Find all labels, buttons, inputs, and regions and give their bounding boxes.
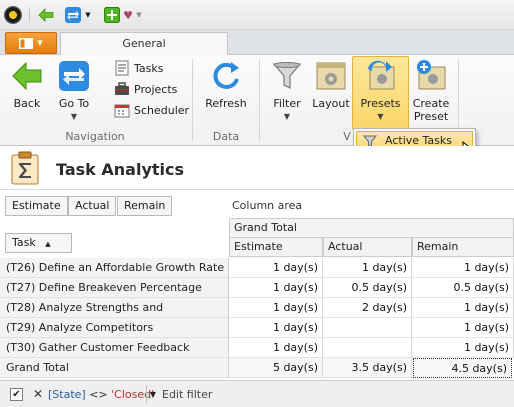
pivot-grid: Estimate Actual Remain Column area Task … [0,189,514,379]
grand-total-cell[interactable]: 3.5 day(s) [323,358,412,378]
data-cell[interactable]: 1 day(s) [412,258,514,278]
chevron-down-icon: ▼ [377,112,384,121]
layout-button[interactable]: Layout [310,57,352,129]
back-arrow-icon [12,61,42,91]
tasks-icon [115,60,129,76]
tab-general[interactable]: General [60,32,228,56]
file-menu-button[interactable]: ▼ [5,32,57,54]
chevron-down-icon[interactable]: ▼ [135,6,143,24]
presets-icon [367,60,394,90]
page-header: Task Analytics [0,146,514,189]
refresh-icon [213,62,239,89]
data-cell[interactable]: 1 day(s) [229,338,323,358]
grand-total-row-header[interactable]: Grand Total [0,358,229,378]
filter-panel: ✔ ✕ [State] <> 'Closed' ▼ Edit filter [0,380,514,407]
presets-button[interactable]: Presets ▼ [352,56,409,130]
projects-button[interactable]: Projects [114,79,177,99]
refresh-button[interactable]: Refresh [203,57,249,129]
row-field-task[interactable]: Task ▲ [5,233,72,253]
scheduler-button[interactable]: Scheduler [114,100,189,120]
create-preset-icon [417,60,446,90]
page-title: Task Analytics [56,160,185,179]
row-header[interactable]: (T30) Gather Customer Feedback [0,338,229,358]
group-divider [259,59,260,141]
column-header-estimate[interactable]: Estimate [229,237,323,257]
filter-enable-checkbox[interactable]: ✔ [10,388,23,401]
title-bar: ▼ ♥ ▼ [0,0,514,30]
grand-total-header[interactable]: Grand Total [229,218,514,238]
app-icon[interactable] [4,6,22,24]
data-cell[interactable]: 1 day(s) [412,338,514,358]
group-divider [192,59,193,141]
row-header[interactable]: (T28) Analyze Strengths and Weaknesses [0,298,229,333]
column-header-actual[interactable]: Actual [323,237,412,257]
data-cell[interactable]: 2 day(s) [323,298,412,318]
data-cell[interactable]: 1 day(s) [412,298,514,318]
column-area-label: Column area [232,199,303,212]
data-cell[interactable]: 1 day(s) [229,318,323,338]
data-cell[interactable]: 1 day(s) [412,318,514,338]
data-field-actual[interactable]: Actual [68,196,117,216]
file-menu-icon [19,37,34,49]
data-cell[interactable]: 0.5 day(s) [412,278,514,298]
group-label-data: Data [212,130,240,143]
back-arrow-icon[interactable] [37,6,55,24]
row-header[interactable]: (T26) Define an Affordable Growth Rate [0,258,229,278]
divider [29,8,30,22]
tasks-button[interactable]: Tasks [114,58,163,78]
row-header[interactable]: (T29) Analyze Competitors [0,318,229,338]
column-header-remain[interactable]: Remain [412,237,514,257]
data-cell[interactable] [323,318,412,338]
sigma-sum-icon [11,151,39,185]
chevron-down-icon[interactable]: ▼ [146,385,159,403]
edit-filter-link[interactable]: Edit filter [162,388,212,401]
sort-ascending-icon: ▲ [45,240,51,248]
chevron-down-icon: ▼ [70,112,78,121]
data-field-estimate[interactable]: Estimate [5,196,68,216]
goto-button[interactable]: Go To ▼ [52,57,96,129]
data-cell[interactable]: 0.5 day(s) [323,278,412,298]
filter-button[interactable]: Filter ▼ [268,57,306,129]
add-icon[interactable] [103,6,121,24]
chevron-down-icon: ▼ [37,39,43,47]
grand-total-cell-focused[interactable]: 4.5 day(s) [413,358,512,378]
close-icon[interactable]: ✕ [33,387,43,401]
data-cell[interactable]: 1 day(s) [229,278,323,298]
briefcase-icon [115,82,129,95]
data-cell[interactable]: 1 day(s) [229,298,323,318]
data-field-remain[interactable]: Remain [117,196,173,216]
group-label-navigation: Navigation [65,130,125,143]
back-button[interactable]: Back [6,57,48,129]
chevron-down-icon[interactable]: ▼ [84,6,92,24]
create-preset-button[interactable]: Create Preset [410,57,452,129]
ribbon-tabs: ▼ General [0,30,514,56]
calendar-icon [114,104,130,118]
data-cell[interactable]: 1 day(s) [323,258,412,278]
data-cell[interactable] [323,338,412,358]
row-header[interactable]: (T27) Define Breakeven Percentage [0,278,229,298]
group-label-view: V [343,130,351,143]
sync-icon [59,61,89,91]
data-cell[interactable]: 1 day(s) [229,258,323,278]
layout-gear-icon [316,62,346,90]
sync-icon[interactable] [63,6,83,24]
grand-total-cell[interactable]: 5 day(s) [229,358,323,378]
filter-expression[interactable]: [State] <> 'Closed' [48,388,154,401]
heart-icon[interactable]: ♥ [121,6,135,24]
filter-funnel-icon [272,62,302,89]
chevron-down-icon: ▼ [283,112,291,121]
